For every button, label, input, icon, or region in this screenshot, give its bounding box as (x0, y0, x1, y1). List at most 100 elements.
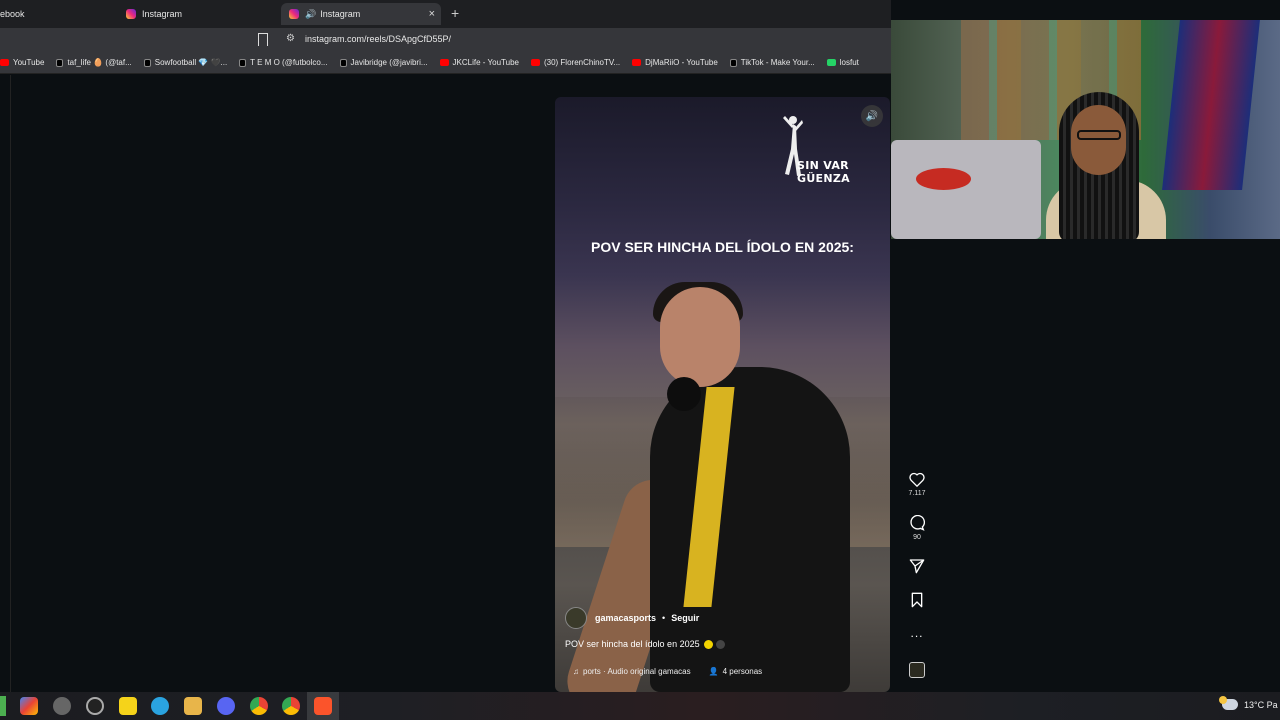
bookmarks-bar: YouTube taf_life 🥚 (@taf... Sowfootball … (0, 52, 891, 74)
youtube-icon (439, 59, 449, 66)
comment-icon (910, 515, 925, 531)
url-field[interactable]: instagram.com/reels/DSApgCfD55P/ (305, 34, 451, 44)
settings-icon[interactable] (53, 697, 71, 715)
like-count: 7.117 (908, 490, 926, 497)
dark-emoji-icon (715, 639, 725, 649)
share-button[interactable] (902, 558, 932, 574)
comment-button[interactable]: 90 (902, 515, 932, 541)
more-icon: ... (910, 626, 924, 640)
bookmark-label: taf_life 🥚 (@taf... (67, 58, 132, 67)
tab-instagram[interactable]: Instagram (120, 3, 275, 25)
bookmark-item[interactable]: TikTok - Make Your... (729, 58, 815, 67)
bookmark-item[interactable]: T E M O (@futbolco... (239, 58, 328, 67)
brave-icon[interactable] (314, 697, 332, 715)
comment-count: 90 (913, 534, 921, 541)
follow-button[interactable]: Seguir (671, 613, 699, 623)
discord-icon[interactable] (217, 697, 235, 715)
bookmark-label: Sowfootball 💎 🖤... (154, 58, 228, 67)
weather-widget[interactable]: 13°C Pa (1219, 696, 1278, 710)
cam-jersey (1162, 20, 1260, 190)
bookmark-label: JKCLife - YouTube (452, 58, 519, 67)
tiktok-icon (239, 58, 247, 67)
avatar[interactable] (565, 607, 587, 629)
heart-icon (909, 472, 925, 487)
notes-icon[interactable] (119, 697, 137, 715)
close-tab-icon[interactable]: × (429, 8, 435, 20)
bookmark-label: losfut (839, 58, 859, 67)
bookmark-label: Javibridge (@javibri... (350, 58, 428, 67)
audio-thumbnail (909, 662, 925, 678)
tab-instagram-active[interactable]: 🔊 Instagram × (281, 3, 441, 25)
bookmark-item[interactable]: Javibridge (@javibri... (339, 58, 428, 67)
bookmark-item[interactable]: DjMaRiiO - YouTube (632, 58, 718, 67)
person-icon: 👤 (708, 667, 719, 676)
tab-facebook[interactable]: ebook (0, 3, 110, 25)
description-text: POV ser hincha del ídolo en 2025 (565, 639, 700, 649)
bookmark-save-icon (911, 592, 923, 608)
youtube-icon (632, 59, 642, 66)
logo-text: SIN VAR GÜENZA (797, 159, 850, 185)
bookmark-item[interactable]: Sowfootball 💎 🖤... (143, 58, 228, 67)
tiktok-icon (143, 58, 151, 67)
bookmark-label: T E M O (@futbolco... (250, 58, 328, 67)
yellow-emoji-icon (703, 639, 713, 649)
app-icon[interactable] (20, 697, 38, 715)
site-info-icon[interactable]: ⚙ (286, 34, 296, 44)
bookmark-item[interactable]: YouTube (0, 58, 44, 67)
taskbar: 13°C Pa (0, 692, 1280, 720)
chrome-icon[interactable] (282, 697, 300, 715)
reel-author-row: gamacasports • Seguir (565, 607, 699, 629)
cloud-sun-icon (1219, 696, 1238, 710)
like-button[interactable]: 7.117 (902, 472, 932, 497)
channel-logo: SIN VAR GÜENZA (777, 112, 877, 185)
screen: ebook Instagram 🔊 Instagram × + ⚙ instag… (0, 0, 1280, 720)
weather-text: 13°C Pa (1244, 699, 1278, 710)
bookmark-item[interactable]: taf_life 🥚 (@taf... (56, 58, 132, 67)
address-bar-row: ⚙ instagram.com/reels/DSApgCfD55P/ (0, 28, 891, 52)
reel-video[interactable]: SIN VAR GÜENZA 🔊 POV SER HINCHA DEL ÍDOL… (555, 97, 890, 692)
instagram-sidebar (0, 75, 11, 692)
bookmark-item[interactable]: (30) FlorenChinoTV... (530, 58, 621, 67)
save-button[interactable] (902, 592, 932, 608)
tiktok-icon (339, 58, 347, 67)
bookmark-item[interactable]: losfut (826, 58, 859, 67)
speaker-icon[interactable]: 🔊 (305, 9, 316, 20)
music-note-icon: ♫ (573, 667, 579, 676)
sound-toggle-button[interactable]: 🔊 (861, 105, 883, 127)
start-button[interactable] (0, 696, 6, 716)
paper-plane-icon (909, 559, 925, 574)
bookmark-label: YouTube (13, 58, 45, 67)
bookmark-icon[interactable] (258, 33, 268, 46)
cam-bed (891, 140, 1041, 239)
microphone (667, 377, 701, 411)
bookmark-label: TikTok - Make Your... (740, 58, 815, 67)
separator-dot: • (662, 613, 666, 623)
webcam-overlay (891, 20, 1280, 239)
audio-row[interactable]: ♫ ports · Audio original gamacas 👤 4 per… (573, 667, 762, 676)
youtube-icon (530, 59, 540, 66)
cam-glasses (1077, 130, 1121, 140)
obs-icon[interactable] (86, 697, 104, 715)
audio-label: ports · Audio original gamacas (583, 667, 691, 676)
youtube-icon (0, 59, 9, 66)
author-username[interactable]: gamacasports (595, 613, 656, 623)
tiktok-icon (729, 58, 737, 67)
audio-thumbnail-button[interactable] (902, 662, 932, 678)
bookmark-item[interactable]: JKCLife - YouTube (439, 58, 519, 67)
chrome-icon[interactable] (250, 697, 268, 715)
instagram-icon (126, 9, 136, 19)
new-tab-button[interactable]: + (451, 5, 459, 21)
more-options-button[interactable]: ... (902, 624, 932, 642)
bookmark-label: DjMaRiiO - YouTube (645, 58, 718, 67)
instagram-icon (289, 9, 299, 19)
telegram-icon[interactable] (151, 697, 169, 715)
reel-description[interactable]: POV ser hincha del ídolo en 2025 (565, 639, 725, 649)
bookmark-label: (30) FlorenChinoTV... (543, 58, 621, 67)
cam-red-object (916, 168, 971, 190)
folder-icon[interactable] (184, 697, 202, 715)
tab-label: Instagram (320, 9, 361, 19)
tagged-people[interactable]: 👤 4 personas (709, 667, 763, 676)
browser-tab-strip: ebook Instagram 🔊 Instagram × + (0, 0, 891, 28)
video-caption-overlay: POV SER HINCHA DEL ÍDOLO EN 2025: (591, 239, 854, 255)
tab-label: Instagram (142, 9, 183, 19)
